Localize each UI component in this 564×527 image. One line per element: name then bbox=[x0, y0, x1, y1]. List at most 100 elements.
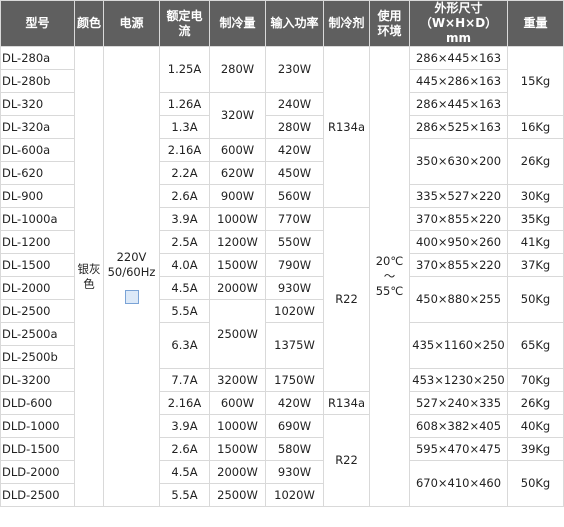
power-cell: 220V 50/60Hz bbox=[103, 46, 160, 507]
weight-cell: 26Kg bbox=[507, 138, 564, 185]
header-power: 电源 bbox=[103, 0, 160, 47]
dimensions-cell: 453×1230×250 bbox=[409, 368, 508, 392]
spec-table: 型号 颜色 电源 额定电流 制冷量 输入功率 制冷剂 使用环境 外形尺寸 （W×… bbox=[0, 0, 564, 507]
cooling-cell: 3200W bbox=[209, 368, 266, 392]
model-cell: DL-600a bbox=[0, 138, 75, 162]
dimensions-cell: 445×286×163 bbox=[409, 69, 508, 93]
table-row: DL-280a 银灰色 220V 50/60Hz 1.25A 280W 230W… bbox=[0, 46, 564, 507]
input-power-cell: 420W bbox=[265, 391, 324, 415]
cooling-cell: 1500W bbox=[209, 253, 266, 277]
refrigerant-cell: R134a bbox=[323, 46, 370, 208]
cooling-cell: 1000W bbox=[209, 207, 266, 231]
header-input-power: 输入功率 bbox=[265, 0, 324, 47]
dimensions-cell: 350×630×200 bbox=[409, 138, 508, 185]
model-cell: DL-900 bbox=[0, 184, 75, 208]
current-cell: 1.3A bbox=[159, 115, 210, 139]
model-cell: DL-2500a bbox=[0, 322, 75, 346]
input-power-cell: 770W bbox=[265, 207, 324, 231]
input-power-cell: 420W bbox=[265, 138, 324, 162]
cooling-cell: 620W bbox=[209, 161, 266, 185]
model-cell: DL-2500b bbox=[0, 345, 75, 369]
current-cell: 3.9A bbox=[159, 414, 210, 438]
cooling-cell: 600W bbox=[209, 138, 266, 162]
weight-cell: 41Kg bbox=[507, 230, 564, 254]
header-color: 颜色 bbox=[74, 0, 104, 47]
input-power-cell: 550W bbox=[265, 230, 324, 254]
dimensions-cell: 608×382×405 bbox=[409, 414, 508, 438]
weight-cell: 30Kg bbox=[507, 184, 564, 208]
dimensions-cell: 595×470×475 bbox=[409, 437, 508, 461]
model-cell: DL-280b bbox=[0, 69, 75, 93]
cooling-cell: 280W bbox=[209, 46, 266, 93]
dimensions-cell: 370×855×220 bbox=[409, 253, 508, 277]
cooling-cell: 900W bbox=[209, 184, 266, 208]
cooling-cell: 2000W bbox=[209, 276, 266, 300]
input-power-cell: 1375W bbox=[265, 322, 324, 369]
current-cell: 5.5A bbox=[159, 483, 210, 507]
cooling-cell: 2500W bbox=[209, 299, 266, 369]
current-cell: 2.6A bbox=[159, 437, 210, 461]
dimensions-cell: 335×527×220 bbox=[409, 184, 508, 208]
input-power-cell: 280W bbox=[265, 115, 324, 139]
current-cell: 2.16A bbox=[159, 391, 210, 415]
save-icon bbox=[124, 289, 139, 304]
header-cooling: 制冷量 bbox=[209, 0, 266, 47]
header-model: 型号 bbox=[0, 0, 75, 47]
weight-cell: 26Kg bbox=[507, 391, 564, 415]
current-cell: 2.6A bbox=[159, 184, 210, 208]
current-cell: 2.2A bbox=[159, 161, 210, 185]
weight-cell: 50Kg bbox=[507, 276, 564, 323]
model-cell: DLD-600 bbox=[0, 391, 75, 415]
cooling-cell: 600W bbox=[209, 391, 266, 415]
dimensions-cell: 400×950×260 bbox=[409, 230, 508, 254]
input-power-cell: 1750W bbox=[265, 368, 324, 392]
model-cell: DL-1200 bbox=[0, 230, 75, 254]
header-environment: 使用环境 bbox=[369, 0, 410, 47]
weight-cell: 65Kg bbox=[507, 322, 564, 369]
dimensions-cell: 435×1160×250 bbox=[409, 322, 508, 369]
header-current: 额定电流 bbox=[159, 0, 210, 47]
environment-cell: 20℃～55℃ bbox=[369, 46, 410, 507]
input-power-cell: 450W bbox=[265, 161, 324, 185]
input-power-cell: 560W bbox=[265, 184, 324, 208]
current-cell: 1.26A bbox=[159, 92, 210, 116]
model-cell: DL-1000a bbox=[0, 207, 75, 231]
cooling-cell: 1200W bbox=[209, 230, 266, 254]
dimensions-cell: 286×445×163 bbox=[409, 92, 508, 116]
input-power-cell: 1020W bbox=[265, 483, 324, 507]
model-cell: DLD-2500 bbox=[0, 483, 75, 507]
refrigerant-cell: R134a bbox=[323, 391, 370, 415]
header-row: 型号 颜色 电源 额定电流 制冷量 输入功率 制冷剂 使用环境 外形尺寸 （W×… bbox=[0, 0, 564, 47]
refrigerant-cell: R22 bbox=[323, 207, 370, 392]
weight-cell: 16Kg bbox=[507, 115, 564, 139]
weight-cell: 40Kg bbox=[507, 414, 564, 438]
weight-cell: 70Kg bbox=[507, 368, 564, 392]
weight-cell: 50Kg bbox=[507, 460, 564, 507]
input-power-cell: 1020W bbox=[265, 299, 324, 323]
dimensions-cell: 670×410×460 bbox=[409, 460, 508, 507]
current-cell: 6.3A bbox=[159, 322, 210, 369]
current-cell: 1.25A bbox=[159, 46, 210, 93]
weight-cell: 35Kg bbox=[507, 207, 564, 231]
dimensions-cell: 370×855×220 bbox=[409, 207, 508, 231]
model-cell: DLD-1500 bbox=[0, 437, 75, 461]
model-cell: DL-320 bbox=[0, 92, 75, 116]
header-dimensions: 外形尺寸 （W×H×D）mm bbox=[409, 0, 508, 47]
input-power-cell: 580W bbox=[265, 437, 324, 461]
model-cell: DL-2500 bbox=[0, 299, 75, 323]
dimensions-cell: 286×445×163 bbox=[409, 46, 508, 70]
model-cell: DLD-1000 bbox=[0, 414, 75, 438]
current-cell: 5.5A bbox=[159, 299, 210, 323]
weight-cell: 37Kg bbox=[507, 253, 564, 277]
current-cell: 4.0A bbox=[159, 253, 210, 277]
current-cell: 4.5A bbox=[159, 276, 210, 300]
dimensions-cell: 527×240×335 bbox=[409, 391, 508, 415]
header-refrigerant: 制冷剂 bbox=[323, 0, 370, 47]
refrigerant-cell: R22 bbox=[323, 414, 370, 507]
color-cell: 银灰色 bbox=[74, 46, 104, 507]
header-weight: 重量 bbox=[507, 0, 564, 47]
dimensions-cell: 450×880×255 bbox=[409, 276, 508, 323]
input-power-cell: 930W bbox=[265, 460, 324, 484]
current-cell: 2.16A bbox=[159, 138, 210, 162]
model-cell: DL-1500 bbox=[0, 253, 75, 277]
